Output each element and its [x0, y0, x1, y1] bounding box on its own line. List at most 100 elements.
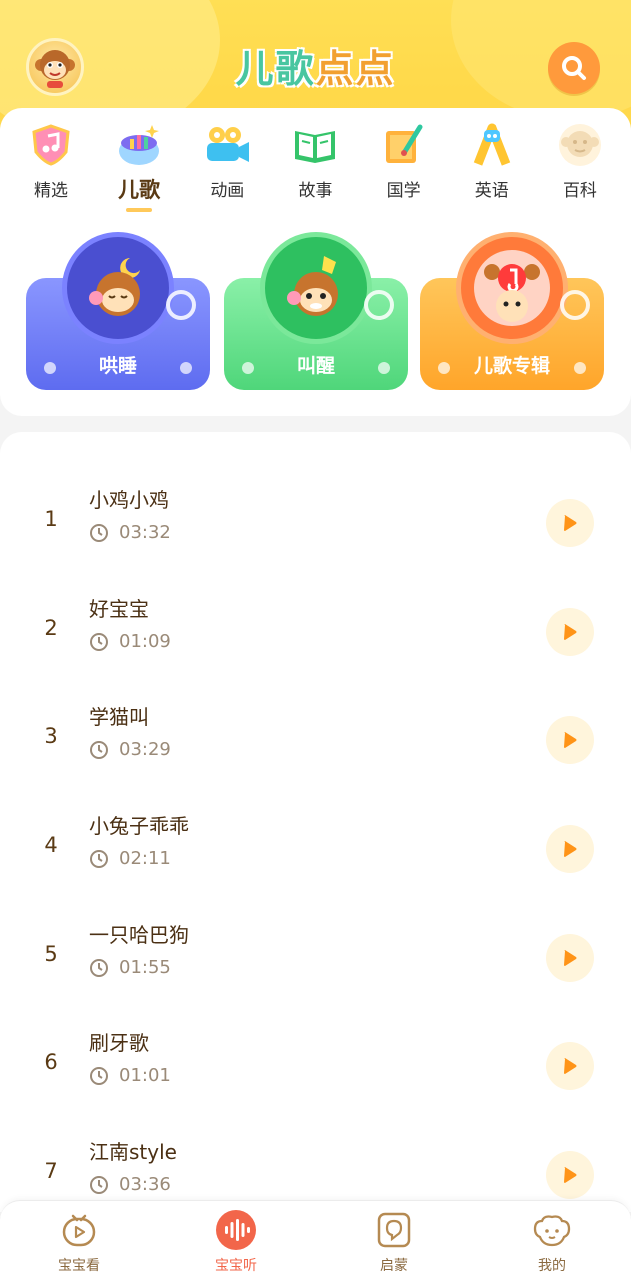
video-camera-icon: [200, 120, 254, 170]
song-title: 刷牙歌: [89, 1031, 149, 1055]
play-button[interactable]: [546, 1151, 594, 1199]
song-title: 学猫叫: [89, 705, 149, 729]
play-icon: [564, 841, 577, 857]
play-icon: [564, 950, 577, 966]
music-bowl-icon: [112, 120, 166, 170]
tab-gushi[interactable]: 故事: [272, 120, 358, 222]
nav-qimeng[interactable]: 启蒙: [339, 1209, 449, 1275]
letter-robot-icon: [465, 120, 519, 170]
nav-label: 宝宝看: [58, 1258, 100, 1274]
monkey-face-icon: [553, 120, 607, 170]
tab-donghua[interactable]: 动画: [184, 120, 270, 222]
list-item[interactable]: 6 刷牙歌 01:01: [0, 1013, 631, 1121]
feature-card-jiaoxing[interactable]: 叫醒: [224, 232, 408, 390]
song-duration: 03:29: [89, 739, 171, 760]
song-duration: 01:01: [89, 1065, 171, 1086]
nav-baobaokan[interactable]: 宝宝看: [24, 1209, 134, 1275]
tab-label: 动画: [210, 181, 245, 201]
play-icon: [564, 732, 577, 748]
album-monkey-icon: [456, 232, 568, 344]
list-item[interactable]: 4 小兔子乖乖 02:11: [0, 796, 631, 904]
list-item[interactable]: 1 小鸡小鸡 03:32: [0, 470, 631, 578]
play-button[interactable]: [546, 608, 594, 656]
duration-text: 01:09: [119, 631, 171, 652]
tab-label: 百科: [562, 181, 597, 201]
duration-text: 03:36: [119, 1174, 171, 1195]
nav-label: 我的: [538, 1258, 566, 1274]
nav-baobaoting[interactable]: 宝宝听: [181, 1209, 291, 1275]
list-item[interactable]: 2 好宝宝 01:09: [0, 579, 631, 687]
nav-wode[interactable]: 我的: [497, 1209, 607, 1275]
feature-card-hongshui[interactable]: 哄睡: [26, 232, 210, 390]
duration-text: 03:32: [119, 522, 171, 543]
tab-label: 国学: [386, 181, 421, 201]
tab-jingxuan[interactable]: 精选: [8, 120, 94, 222]
clock-icon: [90, 740, 108, 759]
tab-yingyu[interactable]: 英语: [449, 120, 535, 222]
tab-label: 英语: [474, 181, 509, 201]
feature-label: 儿歌专辑: [473, 355, 550, 377]
tab-underline: [38, 205, 64, 209]
duration-text: 03:29: [119, 739, 171, 760]
feature-label: 哄睡: [98, 355, 137, 377]
song-index: 4: [44, 833, 58, 857]
sleeping-monkey-icon: [62, 232, 174, 344]
sound-wave-icon: [215, 1209, 257, 1251]
song-list: 1 小鸡小鸡 03:32 2 好宝宝 01:09 3 学猫叫 03:29 4 小…: [0, 432, 631, 1212]
clock-icon: [90, 958, 108, 977]
song-index: 6: [44, 1050, 58, 1074]
song-index: 1: [44, 507, 58, 531]
nav-label: 宝宝听: [215, 1258, 257, 1274]
song-title: 小兔子乖乖: [89, 814, 189, 838]
feature-card-album[interactable]: 儿歌专辑: [420, 232, 604, 390]
feature-cards: 哄睡 叫醒 儿歌专辑: [0, 222, 631, 416]
logo-text-part2: 点点: [315, 47, 396, 91]
song-title: 好宝宝: [89, 597, 149, 621]
tab-label: 儿歌: [118, 178, 161, 202]
clock-icon: [90, 1175, 108, 1194]
play-button[interactable]: [546, 716, 594, 764]
duration-text: 01:01: [119, 1065, 171, 1086]
play-icon: [564, 1058, 577, 1074]
bottom-nav: 宝宝看 宝宝听 启蒙 我的: [0, 1200, 631, 1280]
play-icon: [564, 515, 577, 531]
tab-erge[interactable]: 儿歌: [96, 120, 182, 222]
app-logo: 儿歌点点: [0, 38, 631, 93]
tab-baike[interactable]: 百科: [537, 120, 623, 222]
tab-underline-active: [126, 208, 153, 212]
tab-guoxue[interactable]: 国学: [361, 120, 447, 222]
play-button[interactable]: [546, 825, 594, 873]
song-duration: 03:36: [89, 1174, 171, 1195]
card-handle-decoration: [166, 290, 196, 320]
tab-underline: [567, 205, 593, 209]
shield-music-icon: [24, 120, 78, 170]
song-title: 一只哈巴狗: [89, 923, 189, 947]
enlighten-icon: [373, 1209, 415, 1251]
logo-text-part1: 儿歌: [235, 47, 316, 91]
song-duration: 01:55: [89, 957, 171, 978]
song-duration: 01:09: [89, 631, 171, 652]
open-book-icon: [288, 120, 342, 170]
card-handle-decoration: [364, 290, 394, 320]
search-icon[interactable]: [548, 42, 600, 94]
clock-icon: [90, 523, 108, 542]
nav-label: 启蒙: [380, 1258, 408, 1274]
song-title: 小鸡小鸡: [89, 488, 169, 512]
play-button[interactable]: [546, 934, 594, 982]
scroll-brush-icon: [377, 120, 431, 170]
tab-underline: [479, 205, 505, 209]
clock-icon: [90, 849, 108, 868]
play-button[interactable]: [546, 499, 594, 547]
play-button[interactable]: [546, 1042, 594, 1090]
song-title: 江南style: [89, 1140, 177, 1164]
list-item[interactable]: 5 一只哈巴狗 01:55: [0, 905, 631, 1013]
play-icon: [564, 1167, 577, 1183]
list-item[interactable]: 3 学猫叫 03:29: [0, 687, 631, 795]
tab-label: 精选: [34, 181, 68, 201]
card-handle-decoration: [560, 290, 590, 320]
play-icon: [564, 624, 577, 640]
tab-label: 故事: [298, 181, 333, 201]
duration-text: 01:55: [119, 957, 171, 978]
category-tabs: 精选 儿歌 动画 故事 国学 英语 百科: [0, 108, 631, 222]
song-duration: 03:32: [89, 522, 171, 543]
